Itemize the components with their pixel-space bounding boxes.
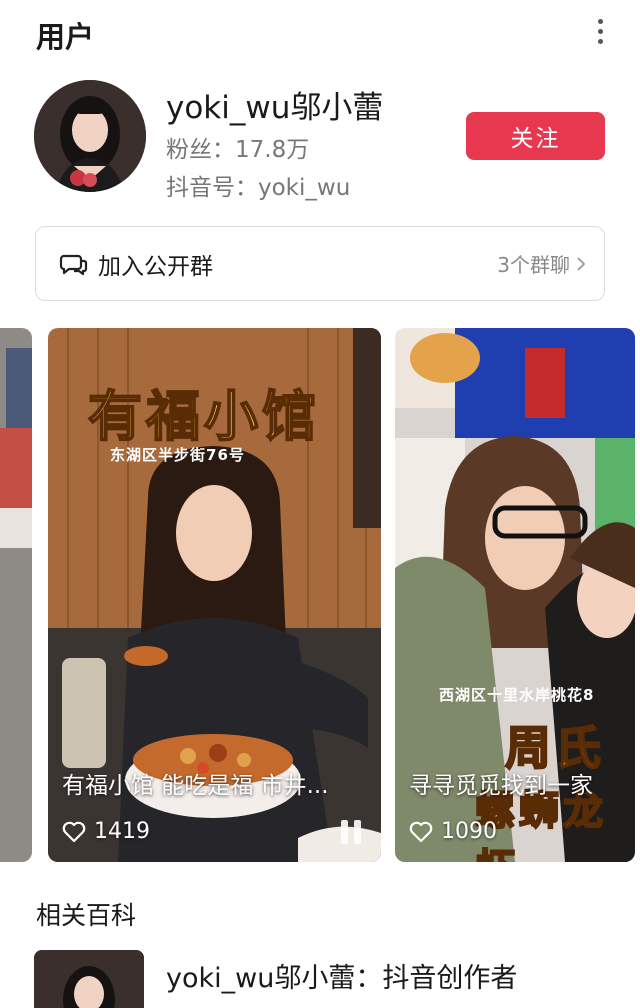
wiki-thumbnail-image (34, 950, 144, 1008)
video-card-partial[interactable] (0, 328, 32, 862)
video-caption: 有福小馆 能吃是福 市井... (62, 773, 329, 799)
heart-icon (62, 821, 86, 842)
video-carousel[interactable]: 有福小馆 东湖区半步街76号 有福小馆 能吃是福 市井... 1419 西湖区十… (0, 328, 640, 864)
section-title: 用户 (36, 20, 95, 54)
video-card[interactable]: 西湖区十里水岸桃花8 周氏 螺蛳龙虾 寻寻觅觅找到一家 1090 (395, 328, 635, 862)
video-thumbnail (0, 328, 32, 862)
avatar[interactable] (34, 80, 146, 192)
video-overlay-title: 有福小馆 (87, 384, 320, 449)
more-options-icon[interactable] (590, 16, 610, 46)
follow-button[interactable]: 关注 (466, 112, 605, 160)
join-public-group-bar[interactable]: 加入公开群 3个群聊 (35, 226, 605, 301)
group-count-text: 3个群聊 (497, 253, 570, 277)
like-count-text: 1419 (94, 819, 150, 844)
video-overlay-location: 东湖区半步街76号 (110, 446, 245, 464)
video-card[interactable]: 有福小馆 东湖区半步街76号 有福小馆 能吃是福 市井... 1419 (48, 328, 381, 862)
group-chat-icon (59, 254, 88, 275)
username[interactable]: yoki_wu邬小蕾 (166, 82, 383, 127)
related-wiki-title: 相关百科 (36, 901, 137, 930)
pause-icon[interactable] (341, 820, 363, 844)
wiki-entry-title[interactable]: yoki_wu邬小蕾：抖音创作者 (166, 956, 517, 995)
avatar-image (34, 80, 146, 192)
like-count[interactable]: 1419 (62, 819, 150, 844)
group-count[interactable]: 3个群聊 (497, 249, 586, 278)
like-count-text: 1090 (441, 819, 497, 844)
fans-count: 粉丝：17.8万 (166, 137, 310, 163)
douyin-id: 抖音号：yoki_wu (166, 175, 351, 201)
like-count[interactable]: 1090 (409, 819, 497, 844)
chevron-right-icon (577, 256, 586, 271)
video-overlay-location: 西湖区十里水岸桃花8 (439, 686, 595, 704)
video-caption: 寻寻觅觅找到一家 (409, 773, 593, 799)
join-group-label: 加入公开群 (98, 253, 213, 280)
heart-icon (409, 821, 433, 842)
wiki-thumbnail[interactable] (34, 950, 144, 1008)
